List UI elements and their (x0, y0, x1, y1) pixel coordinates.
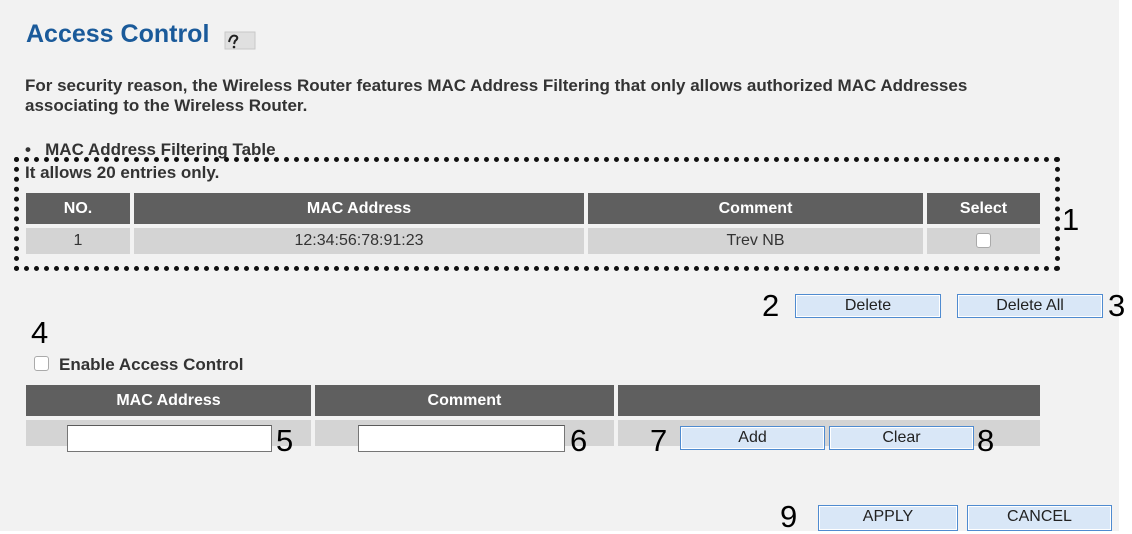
clear-button[interactable]: Clear (829, 426, 974, 450)
callout-7: 7 (650, 423, 668, 458)
delete-all-button[interactable]: Delete All (957, 294, 1103, 318)
callout-9: 9 (780, 499, 798, 534)
table-row: 1 12:34:56:78:91:23 Trev NB (26, 228, 1040, 254)
header-select: Select (927, 193, 1040, 224)
mac-address-input[interactable] (67, 425, 272, 452)
row-comment: Trev NB (588, 228, 923, 254)
row-no: 1 (26, 228, 130, 254)
comment-input[interactable] (358, 425, 565, 452)
row-select-cell (927, 228, 1040, 254)
row-mac-address: 12:34:56:78:91:23 (134, 228, 584, 254)
add-button[interactable]: Add (680, 426, 825, 450)
apply-button[interactable]: APPLY (818, 505, 958, 531)
delete-button[interactable]: Delete (795, 294, 941, 318)
header-mac-address: MAC Address (134, 193, 584, 224)
header-comment: Comment (588, 193, 923, 224)
add-header-comment: Comment (314, 385, 614, 416)
callout-2: 2 (762, 288, 780, 323)
enable-access-control-label: Enable Access Control (59, 355, 244, 374)
table-header-row: NO. MAC Address Comment Select (26, 193, 1040, 224)
add-table-header-row: MAC Address Comment (26, 385, 1040, 416)
header-no: NO. (26, 193, 130, 224)
enable-access-control[interactable]: Enable Access Control (34, 355, 244, 375)
callout-4: 4 (31, 315, 49, 350)
entries-note: It allows 20 entries only. (25, 163, 220, 182)
callout-5: 5 (276, 423, 294, 458)
callout-1: 1 (1062, 202, 1080, 237)
help-icon[interactable] (223, 28, 257, 50)
callout-8: 8 (977, 423, 995, 458)
mac-filter-table: NO. MAC Address Comment Select 1 12:34:5… (22, 189, 1044, 258)
enable-access-control-checkbox[interactable] (34, 356, 49, 372)
page-title: Access Control (26, 20, 210, 48)
add-header-actions (617, 385, 1040, 416)
page-description: For security reason, the Wireless Router… (25, 76, 968, 115)
row-select-checkbox[interactable] (976, 233, 991, 249)
cancel-button[interactable]: CANCEL (967, 505, 1112, 531)
add-header-mac-address: MAC Address (26, 385, 311, 416)
callout-6: 6 (570, 423, 588, 458)
callout-3: 3 (1108, 288, 1126, 323)
